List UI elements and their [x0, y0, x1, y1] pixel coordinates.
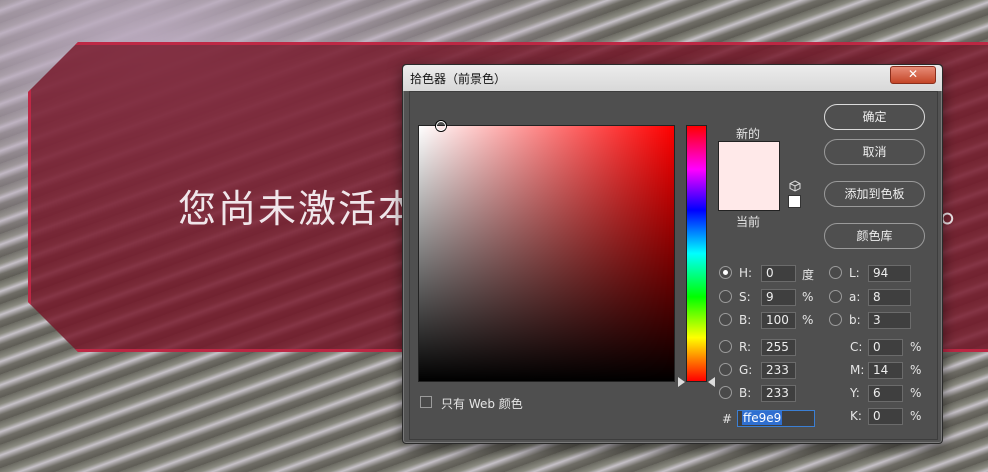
h-unit: 度 [802, 268, 815, 282]
k-field[interactable]: 0 [868, 408, 903, 425]
h-label: H: [739, 266, 753, 280]
l-label: L: [849, 266, 860, 280]
web-safe-swatch[interactable] [788, 195, 801, 208]
r-label: R: [739, 340, 752, 354]
h-field[interactable]: 0 [761, 265, 796, 282]
m-unit: % [910, 363, 922, 377]
banner-text-tail: 。 [940, 187, 979, 231]
lab-b-field[interactable]: 3 [868, 312, 911, 329]
a-label: a: [849, 290, 861, 304]
radio-lab-b[interactable] [829, 313, 842, 326]
radio-s[interactable] [719, 290, 732, 303]
radio-rgb-b[interactable] [719, 386, 732, 399]
cube-icon[interactable] [788, 180, 802, 192]
color-libraries-button[interactable]: 颜色库 [824, 223, 925, 249]
c-field[interactable]: 0 [868, 339, 903, 356]
s-unit: % [802, 290, 814, 304]
lab-b-label: b: [849, 313, 861, 327]
c-label: C: [850, 340, 863, 354]
ok-button[interactable]: 确定 [824, 104, 925, 130]
y-field[interactable]: 6 [868, 385, 903, 402]
s-label: S: [739, 290, 751, 304]
y-label: Y: [850, 386, 860, 400]
color-picker-ring[interactable] [436, 121, 446, 131]
cancel-button[interactable]: 取消 [824, 139, 925, 165]
hue-slider-handle-right[interactable] [708, 377, 715, 387]
radio-b[interactable] [719, 313, 732, 326]
radio-a[interactable] [829, 290, 842, 303]
k-unit: % [910, 409, 922, 423]
b-field[interactable]: 100 [761, 312, 796, 329]
m-field[interactable]: 14 [868, 362, 903, 379]
current-color-label: 当前 [736, 215, 761, 229]
radio-g[interactable] [719, 363, 732, 376]
hue-slider-handle-left[interactable] [678, 377, 685, 387]
hue-slider[interactable] [686, 125, 707, 382]
r-field[interactable]: 255 [761, 339, 796, 356]
new-color-swatch [718, 141, 780, 211]
web-colors-only-checkbox[interactable] [420, 396, 432, 408]
add-to-swatches-button[interactable]: 添加到色板 [824, 181, 925, 207]
new-color-label: 新的 [736, 127, 761, 141]
radio-l[interactable] [829, 266, 842, 279]
m-label: M: [850, 363, 865, 377]
a-field[interactable]: 8 [868, 289, 911, 306]
b-label: B: [739, 313, 752, 327]
rgb-b-field[interactable]: 233 [761, 385, 796, 402]
web-colors-only-label: 只有 Web 颜色 [441, 397, 523, 411]
l-field[interactable]: 94 [868, 265, 911, 282]
hex-value: ffe9e9 [742, 411, 783, 425]
radio-r[interactable] [719, 340, 732, 353]
c-unit: % [910, 340, 922, 354]
y-unit: % [910, 386, 922, 400]
g-label: G: [739, 363, 753, 377]
s-field[interactable]: 9 [761, 289, 796, 306]
hex-label: # [722, 412, 733, 426]
dialog-titlebar[interactable]: 拾色器（前景色） ✕ [403, 65, 942, 91]
radio-h[interactable] [719, 266, 732, 279]
saturation-brightness-field[interactable] [418, 125, 675, 382]
b-unit: % [802, 313, 814, 327]
g-field[interactable]: 233 [761, 362, 796, 379]
banner-text: 您尚未激活本 [178, 187, 419, 231]
close-button[interactable]: ✕ [890, 66, 936, 84]
hex-field[interactable]: ffe9e9 [737, 410, 815, 427]
rgb-b-label: B: [739, 386, 752, 400]
close-icon: ✕ [907, 67, 919, 81]
k-label: K: [850, 409, 862, 423]
dialog-title: 拾色器（前景色） [410, 72, 507, 86]
